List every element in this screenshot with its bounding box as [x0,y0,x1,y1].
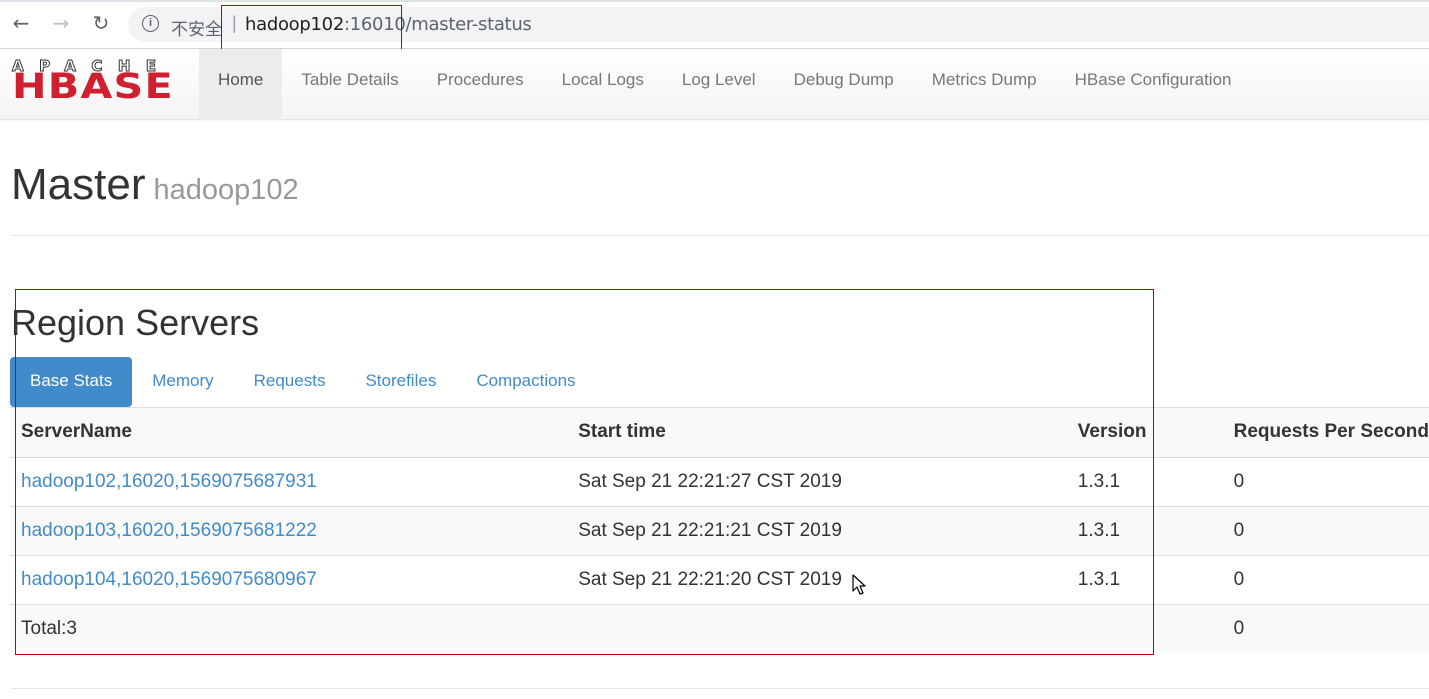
nav-local-logs[interactable]: Local Logs [543,49,663,120]
tab-compactions[interactable]: Compactions [456,357,595,407]
info-icon[interactable]: i [142,15,159,32]
requests-cell: 0 [1222,554,1429,604]
start-time-cell: Sat Sep 21 22:21:21 CST 2019 [567,505,1067,555]
section-title-region-servers: Region Servers [11,302,260,343]
nav-menu: Home Table Details Procedures Local Logs… [199,49,1251,120]
tab-base-stats[interactable]: Base Stats [10,357,133,407]
server-name-link[interactable]: hadoop102,16020,1569075687931 [10,456,568,506]
browser-toolbar: ← → ↻ i 不安全 | hadoop102:16010/master-sta… [0,0,1429,49]
version-cell: 1.3.1 [1066,554,1223,604]
tab-requests[interactable]: Requests [234,357,346,407]
server-name-link[interactable]: hadoop104,16020,1569075680967 [10,554,568,604]
table-header-row: ServerName Start time Version Requests P… [10,408,1429,458]
page-title-text: Master [11,160,146,209]
column-header-version[interactable]: Version [1066,408,1223,458]
table-total-row: Total:3 0 [10,603,1429,653]
reload-icon[interactable]: ↻ [90,12,112,34]
nav-hbase-configuration[interactable]: HBase Configuration [1056,49,1251,120]
region-servers-table: ServerName Start time Version Requests P… [10,408,1429,653]
tab-storefiles[interactable]: Storefiles [345,357,456,407]
tab-memory[interactable]: Memory [132,357,233,407]
requests-cell: 0 [1222,456,1429,506]
header-divider [11,235,1429,236]
total-empty-cell [1066,603,1223,653]
tab-strip [0,0,1429,2]
nav-debug-dump[interactable]: Debug Dump [775,49,913,120]
url-annotation-box [221,5,402,51]
bottom-divider [11,688,1429,689]
page-subtitle: hadoop102 [153,174,299,206]
back-arrow-icon[interactable]: ← [10,12,32,34]
page-title: Master hadoop102 [11,160,299,210]
start-time-cell: Sat Sep 21 22:21:20 CST 2019 [567,554,1067,604]
region-server-tabs: Base Stats Memory Requests Storefiles Co… [10,357,1429,408]
requests-cell: 0 [1222,505,1429,555]
hbase-navbar: APACHE HBASE Home Table Details Procedur… [0,49,1429,120]
column-header-requests-per-second[interactable]: Requests Per Second [1222,408,1429,458]
nav-table-details[interactable]: Table Details [282,49,417,120]
total-label: Total:3 [10,603,568,653]
logo-hbase-text: HBASE [12,67,174,107]
start-time-cell: Sat Sep 21 22:21:27 CST 2019 [567,456,1067,506]
hbase-logo[interactable]: APACHE HBASE [12,58,182,106]
forward-arrow-icon[interactable]: → [50,12,72,34]
column-header-start-time[interactable]: Start time [567,408,1067,458]
nav-home[interactable]: Home [199,49,283,120]
nav-procedures[interactable]: Procedures [418,49,543,120]
total-empty-cell [567,603,1067,653]
version-cell: 1.3.1 [1066,505,1223,555]
table-row: hadoop104,16020,1569075680967 Sat Sep 21… [10,554,1429,604]
version-cell: 1.3.1 [1066,456,1223,506]
nav-log-level[interactable]: Log Level [663,49,775,120]
server-name-link[interactable]: hadoop103,16020,1569075681222 [10,505,568,555]
page-header: Master hadoop102 [11,160,299,210]
column-header-servername[interactable]: ServerName [10,408,568,458]
insecure-label[interactable]: 不安全 [171,15,222,40]
nav-metrics-dump[interactable]: Metrics Dump [913,49,1056,120]
total-requests-cell: 0 [1222,603,1429,653]
table-row: hadoop103,16020,1569075681222 Sat Sep 21… [10,505,1429,555]
table-row: hadoop102,16020,1569075687931 Sat Sep 21… [10,456,1429,506]
mouse-cursor-icon [852,574,866,595]
